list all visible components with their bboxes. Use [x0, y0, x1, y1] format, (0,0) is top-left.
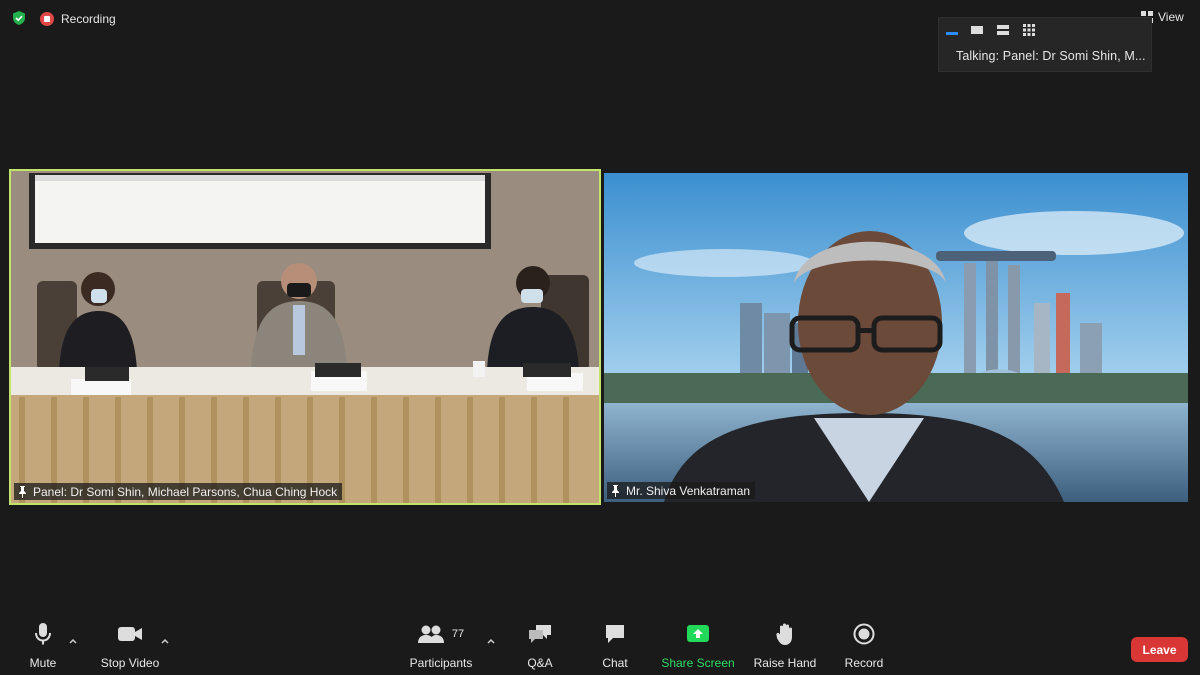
- raise-hand-button[interactable]: Raise Hand: [752, 620, 818, 670]
- gallery-layout-icon[interactable]: [1022, 23, 1036, 37]
- participant-name: Mr. Shiva Venkatraman: [626, 483, 751, 498]
- share-screen-label: Share Screen: [661, 656, 735, 670]
- raise-hand-icon: [776, 623, 792, 645]
- participant-name-tag: Mr. Shiva Venkatraman: [607, 482, 756, 499]
- recording-label: Recording: [61, 12, 116, 26]
- participants-options-caret-icon[interactable]: [486, 636, 496, 646]
- view-label: View: [1158, 10, 1184, 24]
- qa-icon: [529, 625, 551, 643]
- share-screen-button[interactable]: Share Screen: [661, 620, 735, 670]
- participants-count: 77: [451, 628, 465, 640]
- talking-indicator: Talking: Panel: Dr Somi Shin, M...: [956, 49, 1146, 63]
- pin-icon: [612, 485, 619, 497]
- minimize-view-icon[interactable]: [945, 23, 959, 37]
- recording-indicator[interactable]: Recording: [40, 10, 116, 28]
- participants-label: Participants: [409, 656, 473, 670]
- microphone-icon: [35, 623, 51, 645]
- speaker-view-popup: Talking: Panel: Dr Somi Shin, M...: [938, 17, 1152, 72]
- shiva-video-feed: [604, 173, 1188, 502]
- meeting-toolbar: Mute Stop Video 77 Participants Q&A Chat…: [0, 620, 1200, 675]
- chat-button[interactable]: Chat: [596, 620, 634, 670]
- encryption-shield-icon[interactable]: [11, 10, 27, 26]
- participant-name: Panel: Dr Somi Shin, Michael Parsons, Ch…: [33, 484, 338, 499]
- video-tile-panel[interactable]: Panel: Dr Somi Shin, Michael Parsons, Ch…: [9, 169, 601, 505]
- pin-icon: [19, 486, 26, 498]
- participant-name-tag: Panel: Dr Somi Shin, Michael Parsons, Ch…: [14, 483, 343, 500]
- participants-button[interactable]: 77 Participants: [406, 620, 476, 670]
- chat-icon: [606, 625, 624, 643]
- stop-video-button[interactable]: Stop Video: [95, 620, 165, 670]
- qa-label: Q&A: [527, 656, 553, 670]
- leave-button[interactable]: Leave: [1131, 637, 1188, 662]
- audio-options-caret-icon[interactable]: [68, 636, 78, 646]
- record-icon: [853, 623, 875, 645]
- recording-icon: [40, 12, 54, 26]
- video-options-caret-icon[interactable]: [160, 636, 170, 646]
- record-label: Record: [844, 656, 884, 670]
- raise-hand-label: Raise Hand: [753, 656, 817, 670]
- share-screen-icon: [687, 625, 709, 642]
- speaker-layout-icon[interactable]: [970, 23, 984, 37]
- video-tile-shiva[interactable]: Mr. Shiva Venkatraman: [604, 173, 1188, 502]
- stop-video-label: Stop Video: [100, 656, 160, 670]
- video-camera-icon: [118, 627, 142, 641]
- record-button[interactable]: Record: [842, 620, 886, 670]
- mute-button[interactable]: Mute: [25, 620, 61, 670]
- qa-button[interactable]: Q&A: [520, 620, 560, 670]
- side-by-side-layout-icon[interactable]: [996, 23, 1010, 37]
- mute-label: Mute: [29, 656, 57, 670]
- chat-label: Chat: [602, 656, 628, 670]
- panel-video-feed: [11, 171, 599, 503]
- participants-icon: [417, 625, 444, 643]
